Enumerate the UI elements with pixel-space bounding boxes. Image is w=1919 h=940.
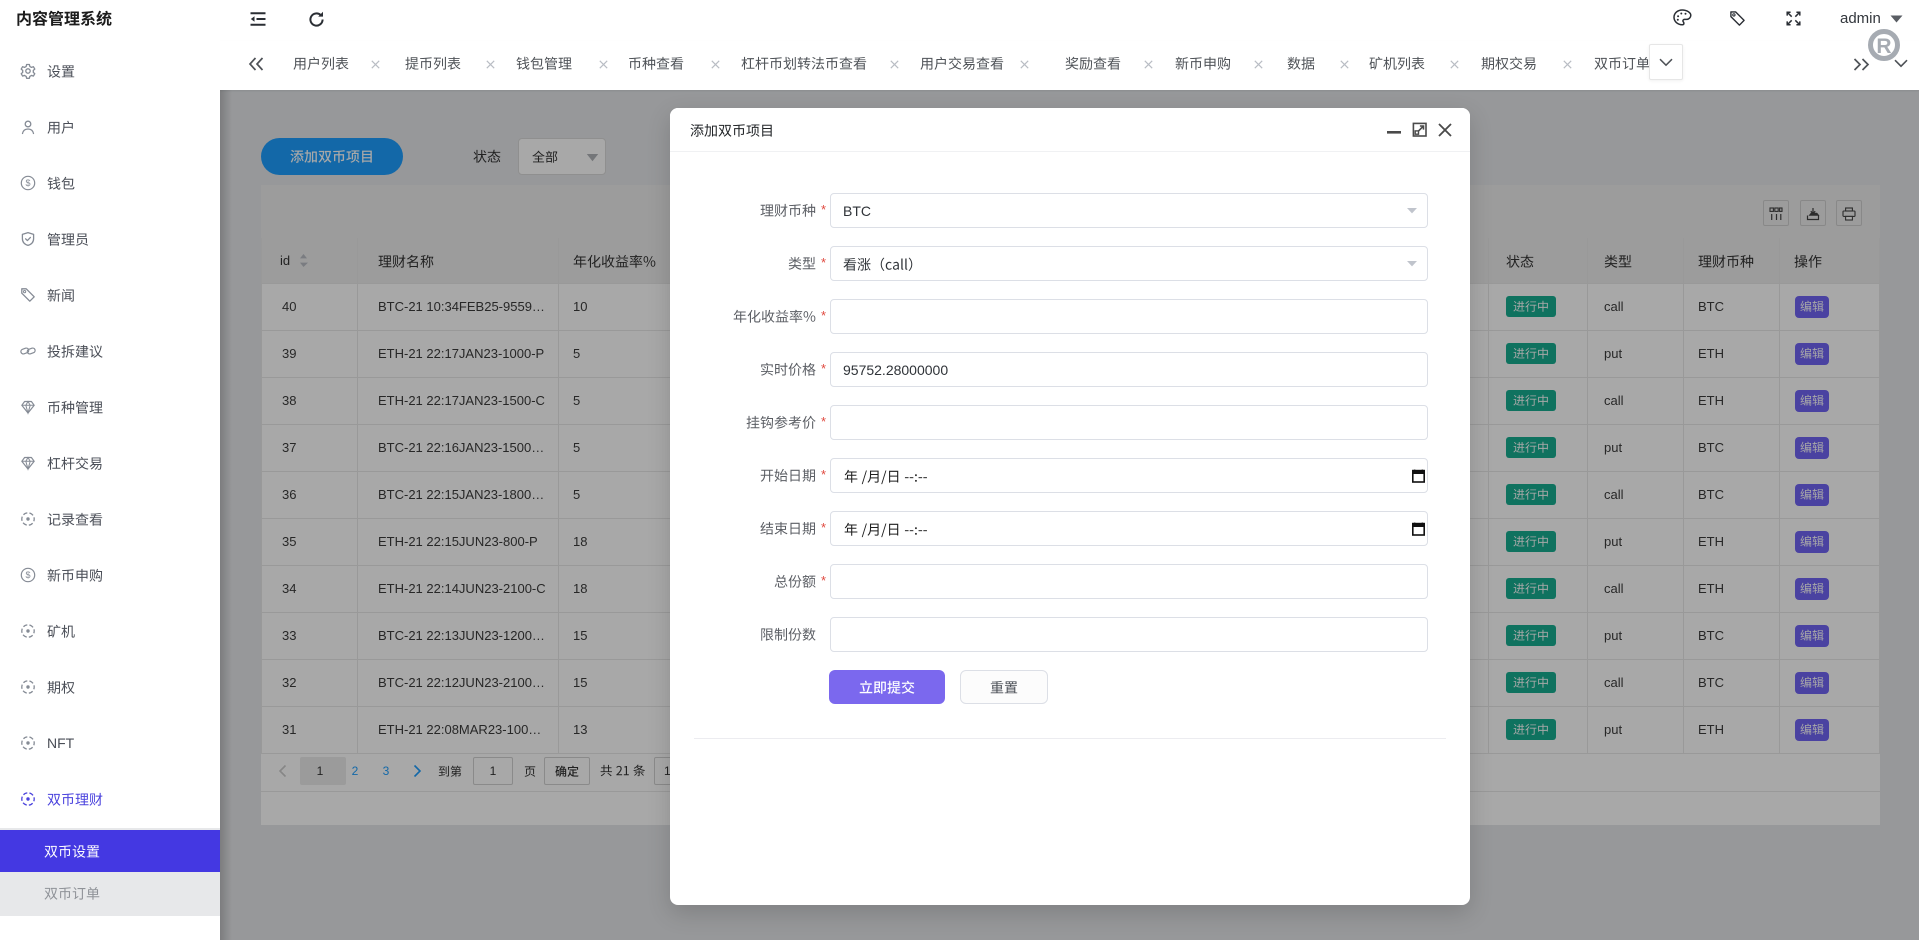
- svg-text:R: R: [1876, 35, 1891, 58]
- svg-text:$: $: [25, 570, 30, 580]
- svg-text:$: $: [25, 178, 30, 188]
